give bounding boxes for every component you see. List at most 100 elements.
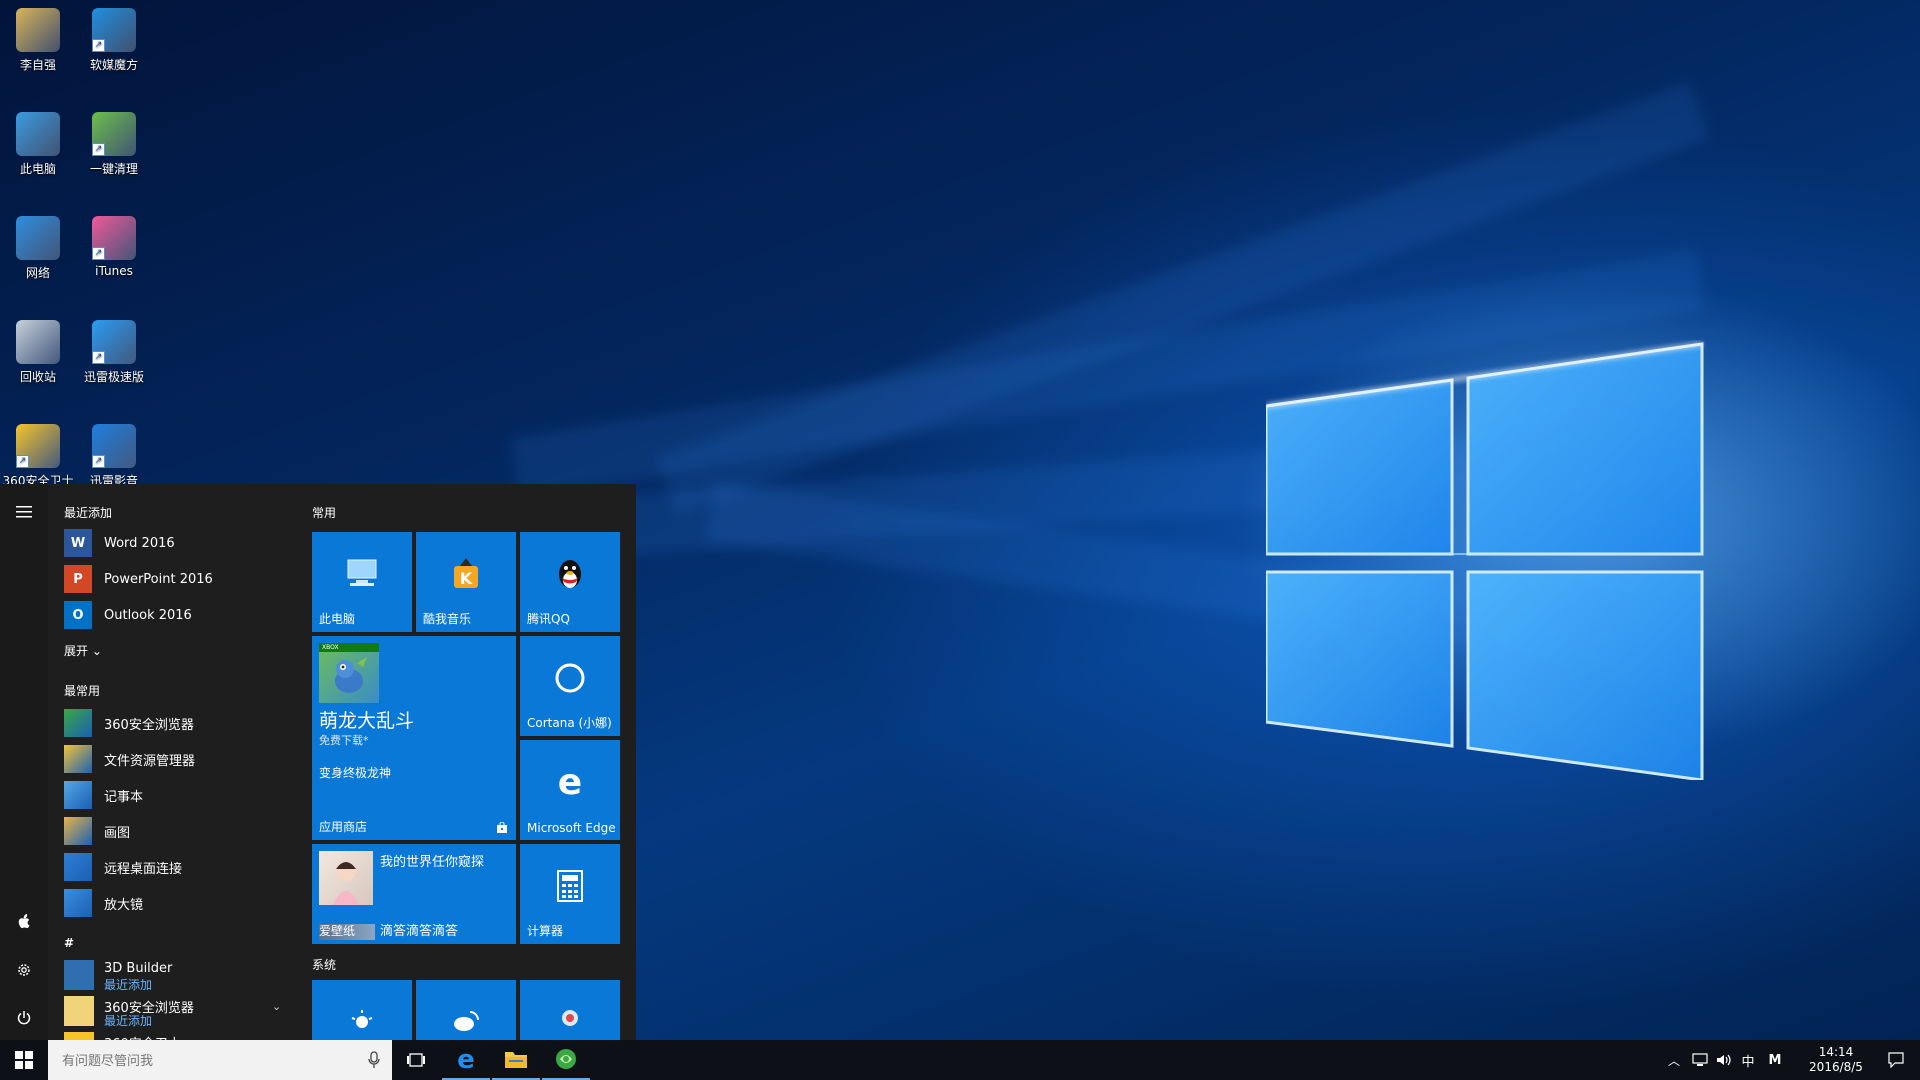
game-thumbnail-image: XBOX bbox=[319, 643, 379, 703]
clock-time: 14:14 bbox=[1818, 1045, 1854, 1059]
game-title: 萌龙大乱斗 bbox=[319, 710, 415, 732]
tile-tencent-qq[interactable]: 腾讯QQ bbox=[520, 532, 620, 632]
office-app-icon: W bbox=[64, 529, 92, 557]
app-label: 360安全浏览器 bbox=[104, 717, 194, 733]
edge-browser-icon: e bbox=[457, 1047, 475, 1071]
desktop-icon[interactable]: ↗ 一键清理 bbox=[76, 104, 152, 177]
kuwo-music-icon: K bbox=[454, 558, 478, 588]
tile-system-1[interactable] bbox=[312, 980, 412, 1040]
tile-calculator[interactable]: 计算器 bbox=[520, 844, 620, 944]
task-view-button[interactable] bbox=[392, 1040, 440, 1080]
frequent-app-item[interactable]: 文件资源管理器 bbox=[64, 742, 284, 776]
app-label: Outlook 2016 bbox=[104, 607, 192, 623]
tile-label: 爱壁纸 bbox=[319, 924, 356, 938]
frequent-app-item[interactable]: 记事本 bbox=[64, 778, 284, 812]
tile-system-3[interactable] bbox=[520, 980, 620, 1040]
start-button[interactable] bbox=[0, 1040, 48, 1080]
tile-system-2[interactable] bbox=[416, 980, 516, 1040]
hamburger-menu-icon[interactable] bbox=[0, 492, 48, 532]
network-globe-icon bbox=[16, 216, 60, 260]
browser-360-icon bbox=[556, 1049, 576, 1069]
desktop-icon-label: 软媒魔方 bbox=[89, 58, 138, 72]
microphone-icon[interactable] bbox=[368, 1051, 380, 1069]
desktop-icon[interactable]: 此电脑 bbox=[0, 104, 76, 177]
tile-wallpaper-app[interactable]: 我的世界任你窥探 爱壁纸 滴答滴答滴答 bbox=[312, 844, 516, 944]
taskbar-360-browser-button[interactable] bbox=[542, 1040, 590, 1080]
app-label: 放大镜 bbox=[104, 897, 144, 913]
clock-date: 2016/8/5 bbox=[1809, 1060, 1863, 1074]
notification-icon bbox=[1888, 1052, 1904, 1068]
app-sublabel: 最近添加 bbox=[104, 1014, 153, 1028]
shortcut-arrow-icon: ↗ bbox=[92, 351, 105, 364]
tile-cortana[interactable]: Cortana (小娜) bbox=[520, 636, 620, 736]
weibo-icon bbox=[454, 1011, 479, 1031]
desktop-icon-label: 网络 bbox=[25, 266, 50, 280]
desktop-icon-label: 李自强 bbox=[19, 58, 56, 72]
play-swirl-icon: ↗ bbox=[92, 424, 136, 468]
tile-microsoft-edge[interactable]: e Microsoft Edge bbox=[520, 740, 620, 840]
power-icon[interactable] bbox=[0, 998, 48, 1038]
app-label: 远程桌面连接 bbox=[104, 861, 183, 877]
music-note-icon: ↗ bbox=[92, 216, 136, 260]
recent-app-item[interactable]: P PowerPoint 2016 bbox=[64, 562, 284, 596]
frequent-app-item[interactable]: 远程桌面连接 bbox=[64, 850, 284, 884]
wallpaper-thumbnail-image bbox=[319, 851, 373, 905]
frequent-app-item[interactable]: 360安全浏览器 bbox=[64, 706, 284, 740]
desktop-icon[interactable]: ↗ 软媒魔方 bbox=[76, 0, 152, 73]
bird-icon: ↗ bbox=[92, 320, 136, 364]
action-center-button[interactable] bbox=[1872, 1040, 1920, 1080]
desktop-icon[interactable]: 回收站 bbox=[0, 312, 76, 385]
desktop-icon[interactable]: ↗ 360安全卫士 bbox=[0, 416, 76, 489]
svg-text:K: K bbox=[460, 569, 473, 588]
frequent-app-item[interactable]: 放大镜 bbox=[64, 886, 284, 920]
recent-app-item[interactable]: W Word 2016 bbox=[64, 526, 284, 560]
desktop-icon[interactable]: 网络 bbox=[0, 208, 76, 281]
cortana-ring-icon bbox=[555, 663, 585, 693]
app-icon bbox=[64, 960, 94, 990]
all-apps-item[interactable]: 3D Builder 最近添加 bbox=[64, 958, 294, 992]
office-app-icon: O bbox=[64, 601, 92, 629]
clock[interactable]: 14:14 2016/8/5 bbox=[1800, 1040, 1872, 1080]
recent-app-item[interactable]: O Outlook 2016 bbox=[64, 598, 284, 632]
frequent-app-item[interactable]: 画图 bbox=[64, 814, 284, 848]
taskbar-file-explorer-button[interactable] bbox=[492, 1040, 540, 1080]
shortcut-arrow-icon: ↗ bbox=[92, 143, 105, 156]
tile-this-pc[interactable]: 此电脑 bbox=[312, 532, 412, 632]
tile-kuwo-music[interactable]: K 酷我音乐 bbox=[416, 532, 516, 632]
letter-header-hash[interactable]: # bbox=[64, 936, 74, 950]
desktop-icon[interactable]: ↗ 迅雷极速版 bbox=[76, 312, 152, 385]
desktop-icon[interactable]: 李自强 bbox=[0, 0, 76, 73]
search-input[interactable] bbox=[60, 1050, 364, 1072]
tile-store-game[interactable]: XBOX 萌龙大乱斗 免费下载* 变身终极龙神 应用商店 bbox=[312, 636, 516, 840]
windows-logo-wallpaper bbox=[1266, 342, 1704, 780]
search-box[interactable] bbox=[48, 1040, 392, 1080]
calculator-icon bbox=[557, 870, 583, 902]
desktop-icon-label: iTunes bbox=[95, 264, 133, 278]
network-icon[interactable] bbox=[1688, 1040, 1712, 1080]
tile-label: 此电脑 bbox=[319, 612, 356, 626]
doll-illustration bbox=[333, 861, 359, 905]
folder-icon bbox=[505, 1052, 527, 1068]
desktop-icon-label: 回收站 bbox=[19, 370, 56, 384]
cube-icon: ↗ bbox=[92, 8, 136, 52]
all-apps-item[interactable]: 360安全浏览器 最近添加 bbox=[64, 994, 294, 1028]
qq-penguin-icon bbox=[559, 560, 581, 588]
desktop-icon[interactable]: ↗ 迅雷影音 bbox=[76, 416, 152, 489]
expand-button[interactable]: 展开 ⌄ bbox=[64, 642, 102, 659]
desktop-icon[interactable]: ↗ iTunes bbox=[76, 208, 152, 278]
volume-icon[interactable] bbox=[1712, 1040, 1736, 1080]
taskbar-edge-button[interactable]: e bbox=[442, 1040, 490, 1080]
ime-language-indicator[interactable]: 中 bbox=[1736, 1040, 1760, 1080]
apple-user-icon[interactable] bbox=[0, 902, 48, 942]
start-left-rail bbox=[0, 484, 48, 1040]
computer-icon bbox=[347, 559, 377, 586]
ime-mode-indicator[interactable]: M bbox=[1762, 1040, 1788, 1080]
settings-gear-icon[interactable] bbox=[0, 950, 48, 990]
wallpaper-subtitle: 滴答滴答滴答 bbox=[380, 924, 459, 939]
wallpaper-title: 我的世界任你窥探 bbox=[380, 855, 485, 870]
system-tiles-header: 系统 bbox=[312, 958, 337, 972]
show-hidden-icons-chevron-up-icon[interactable]: ︿ bbox=[1662, 1040, 1686, 1080]
shortcut-arrow-icon: ↗ bbox=[92, 455, 105, 468]
plus-shield-icon: ↗ bbox=[16, 424, 60, 468]
app-label: 画图 bbox=[104, 825, 131, 841]
